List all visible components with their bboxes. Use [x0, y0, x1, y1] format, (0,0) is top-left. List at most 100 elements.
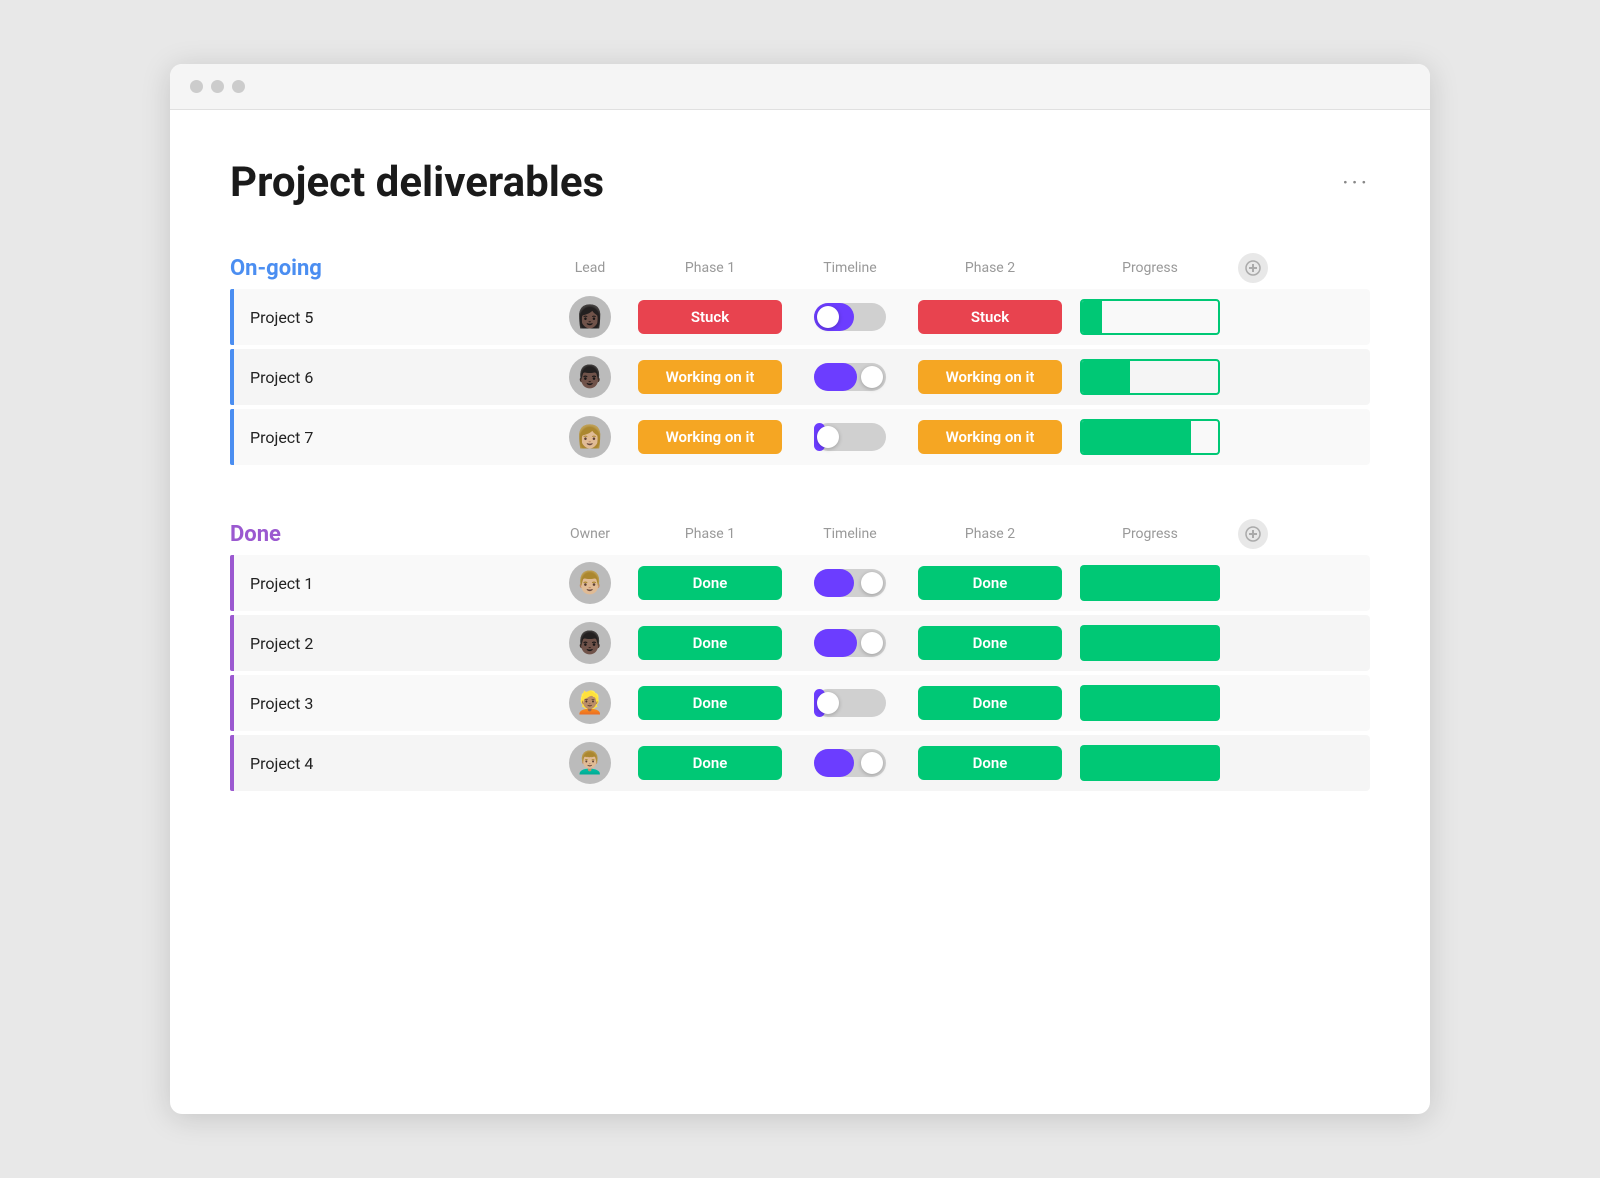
row-label: Project 5 [250, 308, 313, 327]
timeline-cell[interactable] [790, 749, 910, 777]
phase1-cell[interactable]: Done [630, 686, 790, 720]
phase1-cell[interactable]: Working on it [630, 360, 790, 394]
titlebar [170, 64, 1430, 110]
ongoing-rows: Project 5👩🏿StuckStuckProject 6👨🏿Working … [230, 289, 1370, 465]
more-button[interactable]: ··· [1342, 169, 1370, 197]
timeline-cell[interactable] [790, 689, 910, 717]
phase2-badge: Done [918, 686, 1062, 720]
phase2-badge: Done [918, 566, 1062, 600]
progress-bar-full [1080, 685, 1220, 721]
phase1-badge: Working on it [638, 420, 782, 454]
phase2-badge: Done [918, 746, 1062, 780]
ongoing-col-phase2: Phase 2 [910, 260, 1070, 276]
phase1-cell[interactable]: Done [630, 746, 790, 780]
avatar-cell: 👱🏽 [550, 682, 630, 724]
progress-bar [1080, 299, 1220, 335]
ongoing-col-timeline: Timeline [790, 260, 910, 276]
row-label: Project 1 [250, 574, 313, 593]
done-col-phase1: Phase 1 [630, 526, 790, 542]
progress-cell [1070, 745, 1230, 781]
done-col-phase2: Phase 2 [910, 526, 1070, 542]
done-title-cell: Done [230, 522, 550, 547]
main-content: Project deliverables ··· On-going Lead P… [170, 110, 1430, 887]
table-row[interactable]: Project 5👩🏿StuckStuck [230, 289, 1370, 345]
done-header: Done Owner Phase 1 Timeline Phase 2 Prog… [230, 513, 1370, 555]
done-col-progress: Progress [1070, 526, 1230, 542]
done-section-title: Done [230, 522, 281, 547]
dot-red [190, 80, 203, 93]
phase2-cell[interactable]: Stuck [910, 300, 1070, 334]
row-name-cell: Project 5 [230, 289, 550, 345]
progress-bar [1080, 419, 1220, 455]
ongoing-section: On-going Lead Phase 1 Timeline Phase 2 P… [230, 247, 1370, 465]
table-row[interactable]: Project 7👩🏼Working on itWorking on it [230, 409, 1370, 465]
done-rows: Project 1👨🏼DoneDoneProject 2👨🏿DoneDonePr… [230, 555, 1370, 791]
timeline-cell[interactable] [790, 423, 910, 451]
row-name-cell: Project 1 [230, 555, 550, 611]
progress-bar [1080, 359, 1220, 395]
done-col-timeline: Timeline [790, 526, 910, 542]
done-section: Done Owner Phase 1 Timeline Phase 2 Prog… [230, 513, 1370, 791]
app-window: Project deliverables ··· On-going Lead P… [170, 64, 1430, 1114]
avatar-cell: 👩🏿 [550, 296, 630, 338]
phase2-badge: Working on it [918, 360, 1062, 394]
progress-cell [1070, 359, 1230, 395]
phase1-badge: Done [638, 746, 782, 780]
ongoing-header: On-going Lead Phase 1 Timeline Phase 2 P… [230, 247, 1370, 289]
phase1-cell[interactable]: Done [630, 566, 790, 600]
ongoing-title-cell: On-going [230, 256, 550, 281]
phase2-cell[interactable]: Working on it [910, 420, 1070, 454]
table-row[interactable]: Project 3👱🏽DoneDone [230, 675, 1370, 731]
progress-bar-full [1080, 625, 1220, 661]
page-title: Project deliverables [230, 158, 604, 207]
timeline-cell[interactable] [790, 303, 910, 331]
progress-cell [1070, 625, 1230, 661]
ongoing-col-lead: Lead [550, 260, 630, 276]
ongoing-col-phase1: Phase 1 [630, 260, 790, 276]
ongoing-section-title: On-going [230, 256, 322, 281]
phase1-cell[interactable]: Done [630, 626, 790, 660]
phase1-badge: Stuck [638, 300, 782, 334]
table-row[interactable]: Project 4👨🏼‍🦱DoneDone [230, 735, 1370, 791]
phase1-badge: Working on it [638, 360, 782, 394]
progress-cell [1070, 685, 1230, 721]
table-row[interactable]: Project 2👨🏿DoneDone [230, 615, 1370, 671]
row-name-cell: Project 2 [230, 615, 550, 671]
timeline-cell[interactable] [790, 569, 910, 597]
row-label: Project 2 [250, 634, 313, 653]
phase2-badge: Working on it [918, 420, 1062, 454]
avatar-cell: 👨🏿 [550, 622, 630, 664]
phase2-cell[interactable]: Done [910, 566, 1070, 600]
phase1-badge: Done [638, 626, 782, 660]
phase1-cell[interactable]: Working on it [630, 420, 790, 454]
phase2-cell[interactable]: Done [910, 626, 1070, 660]
page-header: Project deliverables ··· [230, 158, 1370, 207]
timeline-cell[interactable] [790, 629, 910, 657]
phase2-badge: Stuck [918, 300, 1062, 334]
progress-cell [1070, 419, 1230, 455]
avatar-cell: 👩🏼 [550, 416, 630, 458]
ongoing-add-col-button[interactable] [1238, 253, 1268, 283]
row-label: Project 3 [250, 694, 313, 713]
phase2-badge: Done [918, 626, 1062, 660]
row-label: Project 7 [250, 428, 313, 447]
dot-green [232, 80, 245, 93]
row-name-cell: Project 7 [230, 409, 550, 465]
row-name-cell: Project 6 [230, 349, 550, 405]
dot-yellow [211, 80, 224, 93]
plus-icon [1245, 260, 1261, 276]
done-add-col-button[interactable] [1238, 519, 1268, 549]
phase2-cell[interactable]: Done [910, 746, 1070, 780]
table-row[interactable]: Project 6👨🏿Working on itWorking on it [230, 349, 1370, 405]
done-col-owner: Owner [550, 526, 630, 542]
phase1-badge: Done [638, 686, 782, 720]
row-name-cell: Project 3 [230, 675, 550, 731]
plus-icon [1245, 526, 1261, 542]
phase2-cell[interactable]: Working on it [910, 360, 1070, 394]
table-row[interactable]: Project 1👨🏼DoneDone [230, 555, 1370, 611]
timeline-cell[interactable] [790, 363, 910, 391]
progress-cell [1070, 565, 1230, 601]
avatar-cell: 👨🏼‍🦱 [550, 742, 630, 784]
phase1-cell[interactable]: Stuck [630, 300, 790, 334]
phase2-cell[interactable]: Done [910, 686, 1070, 720]
